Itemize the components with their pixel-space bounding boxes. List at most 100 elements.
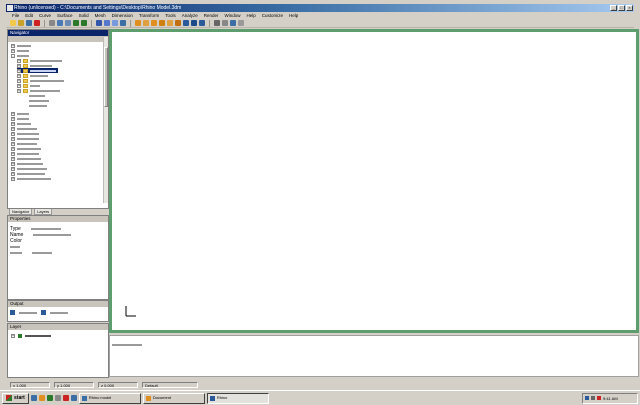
rectangle-icon[interactable]: [167, 20, 173, 26]
taskbar-task[interactable]: Document: [142, 392, 205, 404]
copy-icon[interactable]: [57, 20, 63, 26]
property-row[interactable]: [10, 250, 52, 255]
output-title: Output: [8, 301, 108, 307]
status-y: y 1.000: [54, 382, 94, 388]
menu-item-tools[interactable]: Tools: [165, 13, 176, 19]
help-icon[interactable]: [238, 20, 244, 26]
transform-icon[interactable]: [214, 20, 220, 26]
main-toolbar: [6, 19, 634, 28]
menu-item-analyze[interactable]: Analyze: [182, 13, 198, 19]
app-icon: [7, 5, 13, 11]
windows-logo-icon: [6, 395, 12, 401]
paste-icon[interactable]: [65, 20, 71, 26]
output-option-icon[interactable]: [10, 310, 15, 315]
quicklaunch-desktop-icon[interactable]: [46, 395, 53, 401]
task-label: Document: [152, 395, 172, 400]
axis-indicator: [125, 306, 136, 317]
output-panel: Output: [7, 300, 109, 322]
output-option-icon[interactable]: [41, 310, 46, 315]
menu-item-customize[interactable]: Customize: [262, 13, 283, 19]
menu-item-help-2[interactable]: Help: [289, 13, 298, 19]
save-icon[interactable]: [26, 20, 32, 26]
task-icon: [209, 395, 215, 401]
curve-icon[interactable]: [175, 20, 181, 26]
circle-icon[interactable]: [159, 20, 165, 26]
navigator-filter-bar[interactable]: [8, 36, 108, 42]
rotate-icon[interactable]: [120, 20, 126, 26]
property-row[interactable]: [10, 244, 20, 249]
print-icon[interactable]: [34, 20, 40, 26]
minimize-button[interactable]: _: [610, 5, 617, 11]
layer-visible-icon[interactable]: [18, 334, 22, 338]
window-title-bar: Rhino (unlicensed) - C:\Documents and Se…: [6, 4, 634, 12]
quicklaunch-app-icon[interactable]: [70, 395, 77, 401]
toolbar-separator: [91, 19, 92, 27]
taskbar-task-active[interactable]: Rhino: [206, 392, 269, 404]
cut-icon[interactable]: [49, 20, 55, 26]
tray-network-icon[interactable]: [585, 396, 589, 400]
property-row[interactable]: Name: [10, 232, 72, 238]
taskbar-task[interactable]: Rhino model: [78, 392, 141, 404]
property-key: Color: [10, 237, 22, 244]
status-bar: x 1.000 y 1.000 z 0.000 Default: [6, 381, 634, 389]
layer-icon[interactable]: [222, 20, 228, 26]
point-icon[interactable]: [135, 20, 141, 26]
select-icon[interactable]: [96, 20, 102, 26]
property-row[interactable]: Color: [10, 237, 32, 244]
tray-app-icon[interactable]: [597, 396, 601, 400]
menu-item-transform[interactable]: Transform: [139, 13, 159, 19]
menu-item-help[interactable]: Help: [247, 13, 256, 19]
menu-item-solid[interactable]: Solid: [79, 13, 89, 19]
open-icon[interactable]: [18, 20, 24, 26]
layer-panel-title: Layer: [8, 324, 108, 330]
surface-icon[interactable]: [183, 20, 189, 26]
status-x: x 1.000: [10, 382, 50, 388]
scrollbar-thumb[interactable]: [104, 47, 108, 107]
toolbar-separator: [130, 19, 131, 27]
toolbar-separator: [44, 19, 45, 27]
status-layer[interactable]: Default: [142, 382, 198, 388]
menu-item-curve[interactable]: Curve: [39, 13, 51, 19]
maximize-button[interactable]: □: [618, 5, 625, 11]
layer-row[interactable]: +: [11, 334, 51, 338]
properties-panel: Properties Type Name Color: [7, 215, 109, 300]
solid-icon[interactable]: [191, 20, 197, 26]
tray-clock: 9:41 AM: [603, 395, 618, 401]
arc-icon[interactable]: [151, 20, 157, 26]
navigator-scrollbar[interactable]: [103, 37, 108, 203]
tray-volume-icon[interactable]: [591, 396, 595, 400]
close-button[interactable]: ×: [626, 5, 633, 11]
redo-icon[interactable]: [81, 20, 87, 26]
task-icon: [145, 395, 151, 401]
start-button[interactable]: start: [2, 392, 29, 404]
menu-item-file[interactable]: File: [12, 13, 19, 19]
menu-item-mesh[interactable]: Mesh: [95, 13, 106, 19]
undo-icon[interactable]: [73, 20, 79, 26]
menu-item-window[interactable]: Window: [225, 13, 241, 19]
menu-bar: File Edit Curve Surface Solid Mesh Dimen…: [6, 12, 634, 19]
new-icon[interactable]: [10, 20, 16, 26]
quicklaunch-app-icon[interactable]: [54, 395, 61, 401]
quicklaunch-app-icon[interactable]: [62, 395, 69, 401]
menu-item-dimension[interactable]: Dimension: [112, 13, 133, 19]
mesh-icon[interactable]: [199, 20, 205, 26]
line-icon[interactable]: [143, 20, 149, 26]
system-tray: 9:41 AM: [582, 392, 638, 404]
quicklaunch-folder-icon[interactable]: [38, 395, 45, 401]
tree-node[interactable]: +: [11, 176, 51, 181]
layer-panel: Layer +: [7, 323, 109, 378]
menu-item-render[interactable]: Render: [204, 13, 219, 19]
command-output-area[interactable]: [109, 335, 639, 377]
menu-item-surface[interactable]: Surface: [57, 13, 73, 19]
pan-icon[interactable]: [112, 20, 118, 26]
properties-title: Properties: [8, 216, 108, 222]
zoom-icon[interactable]: [104, 20, 110, 26]
viewport[interactable]: [109, 29, 639, 333]
property-row[interactable]: Type: [10, 226, 61, 232]
task-label: Rhino: [216, 395, 228, 400]
menu-item-edit[interactable]: Edit: [25, 13, 33, 19]
quicklaunch-ie-icon[interactable]: [30, 395, 37, 401]
render-icon[interactable]: [230, 20, 236, 26]
tree-leaf[interactable]: [29, 103, 47, 108]
task-icon: [81, 395, 87, 401]
